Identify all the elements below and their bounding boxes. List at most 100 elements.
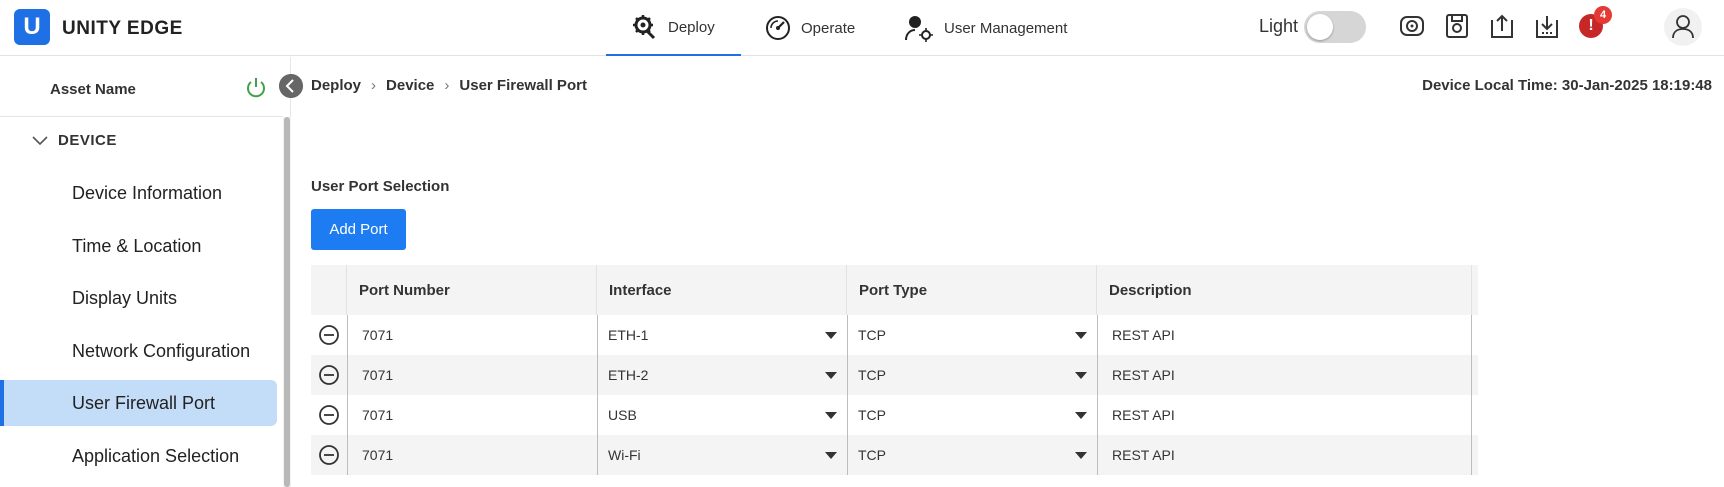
sidebar-item-display-units[interactable]: Display Units (0, 275, 277, 321)
app-logo[interactable]: U (14, 9, 50, 45)
collapse-sidebar-button[interactable] (279, 74, 303, 98)
description-input[interactable]: REST API (1097, 395, 1472, 435)
user-icon (1672, 15, 1694, 39)
breadcrumb-deploy[interactable]: Deploy (311, 77, 361, 94)
description-input[interactable]: REST API (1097, 355, 1472, 395)
sidebar-item-network-configuration[interactable]: Network Configuration (0, 328, 277, 374)
port-type-select[interactable]: TCP (847, 355, 1097, 395)
section-title: User Port Selection (311, 178, 450, 195)
table-row: 7071 Wi-Fi TCP REST API (311, 435, 1478, 475)
header-remove (311, 265, 347, 315)
table-header: Port Number Interface Port Type Descript… (311, 265, 1478, 315)
tab-deploy[interactable]: Deploy (606, 0, 741, 56)
sidebar-item-application-selection[interactable]: Application Selection (0, 433, 277, 479)
interface-value: ETH-2 (608, 367, 649, 383)
sidebar-item-user-firewall-port[interactable]: User Firewall Port (0, 380, 277, 426)
sidebar-item-label: Device Information (72, 182, 223, 203)
caret-down-icon (1075, 332, 1087, 339)
caret-down-icon (825, 372, 837, 379)
tab-operate[interactable]: Operate (765, 0, 855, 56)
sidebar-item-device-information[interactable]: Device Information (0, 170, 277, 216)
caret-down-icon (1075, 372, 1087, 379)
remove-row-icon[interactable] (318, 364, 340, 386)
port-number-input[interactable]: 7071 (347, 435, 597, 475)
sidebar-item-label: Time & Location (72, 235, 202, 256)
caret-down-icon (825, 412, 837, 419)
user-gear-icon (905, 16, 933, 42)
asset-name-label: Asset Name (50, 81, 136, 98)
sidebar-divider (0, 116, 283, 117)
header-port-type[interactable]: Port Type (847, 265, 1097, 315)
port-number-input[interactable]: 7071 (347, 355, 597, 395)
breadcrumb: Deploy › Device › User Firewall Port (311, 77, 587, 94)
chevron-down-icon (32, 135, 48, 145)
top-bar: U UNITY EDGE Deploy Operate User Managem… (0, 0, 1724, 56)
table-row: 7071 ETH-1 TCP REST API (311, 315, 1478, 355)
interface-select[interactable]: USB (597, 395, 847, 435)
interface-select[interactable]: ETH-2 (597, 355, 847, 395)
section-device-label: DEVICE (58, 132, 117, 149)
power-icon[interactable] (244, 76, 268, 100)
description-input[interactable]: REST API (1097, 435, 1472, 475)
add-port-button[interactable]: Add Port (311, 209, 406, 250)
header-port-number[interactable]: Port Number (347, 265, 597, 315)
deploy-icon (633, 15, 656, 40)
tab-user-management[interactable]: User Management (904, 0, 1067, 56)
port-number-input[interactable]: 7071 (347, 395, 597, 435)
user-avatar-icon[interactable] (1664, 8, 1702, 46)
table-row: 7071 USB TCP REST API (311, 395, 1478, 435)
caret-down-icon (825, 452, 837, 459)
description-input[interactable]: REST API (1097, 315, 1472, 355)
firewall-port-table: Port Number Interface Port Type Descript… (311, 265, 1478, 475)
port-type-value: TCP (858, 447, 886, 463)
sidebar: Asset Name DEVICE Device Information Tim… (0, 57, 291, 487)
sidebar-item-label: Application Selection (72, 445, 240, 466)
toggle-knob (1307, 14, 1333, 40)
caret-down-icon (1075, 412, 1087, 419)
port-type-select[interactable]: TCP (847, 315, 1097, 355)
sidebar-item-time-location[interactable]: Time & Location (0, 223, 277, 269)
tab-deploy-label: Deploy (668, 18, 715, 36)
remove-row-icon[interactable] (318, 444, 340, 466)
chevron-right-icon: › (371, 77, 377, 94)
port-type-select[interactable]: TCP (847, 435, 1097, 475)
interface-select[interactable]: ETH-1 (597, 315, 847, 355)
port-type-select[interactable]: TCP (847, 395, 1097, 435)
remove-cell (311, 395, 347, 435)
download-icon[interactable] (1533, 12, 1561, 40)
caret-down-icon (1075, 452, 1087, 459)
upload-icon[interactable] (1488, 12, 1516, 40)
remove-row-icon[interactable] (318, 324, 340, 346)
interface-value: Wi-Fi (608, 447, 641, 463)
header-description[interactable]: Description (1097, 265, 1472, 315)
port-type-value: TCP (858, 407, 886, 423)
tab-operate-label: Operate (801, 19, 856, 37)
remove-cell (311, 315, 347, 355)
remove-cell (311, 355, 347, 395)
sidebar-scrollbar[interactable] (284, 117, 290, 487)
breadcrumb-current: User Firewall Port (459, 77, 587, 94)
interface-select[interactable]: Wi-Fi (597, 435, 847, 475)
gauge-icon (766, 16, 790, 40)
interface-value: USB (608, 407, 637, 423)
breadcrumb-device[interactable]: Device (386, 77, 434, 94)
theme-toggle[interactable] (1304, 11, 1366, 43)
section-device[interactable]: DEVICE (32, 132, 117, 149)
interface-value: ETH-1 (608, 327, 649, 343)
sidebar-item-label: User Firewall Port (72, 392, 216, 413)
port-type-value: TCP (858, 367, 886, 383)
disk-sync-icon[interactable] (1398, 12, 1426, 40)
sidebar-item-label: Network Configuration (72, 340, 251, 361)
port-type-value: TCP (858, 327, 886, 343)
app-title: UNITY EDGE (62, 18, 183, 39)
table-row: 7071 ETH-2 TCP REST API (311, 355, 1478, 395)
tab-user-management-label: User Management (944, 19, 1068, 37)
header-interface[interactable]: Interface (597, 265, 847, 315)
remove-cell (311, 435, 347, 475)
theme-label: Light (1259, 16, 1299, 36)
save-icon[interactable] (1443, 12, 1471, 40)
sidebar-item-label: Display Units (72, 287, 178, 308)
remove-row-icon[interactable] (318, 404, 340, 426)
alert-count-badge: 4 (1594, 6, 1612, 24)
port-number-input[interactable]: 7071 (347, 315, 597, 355)
